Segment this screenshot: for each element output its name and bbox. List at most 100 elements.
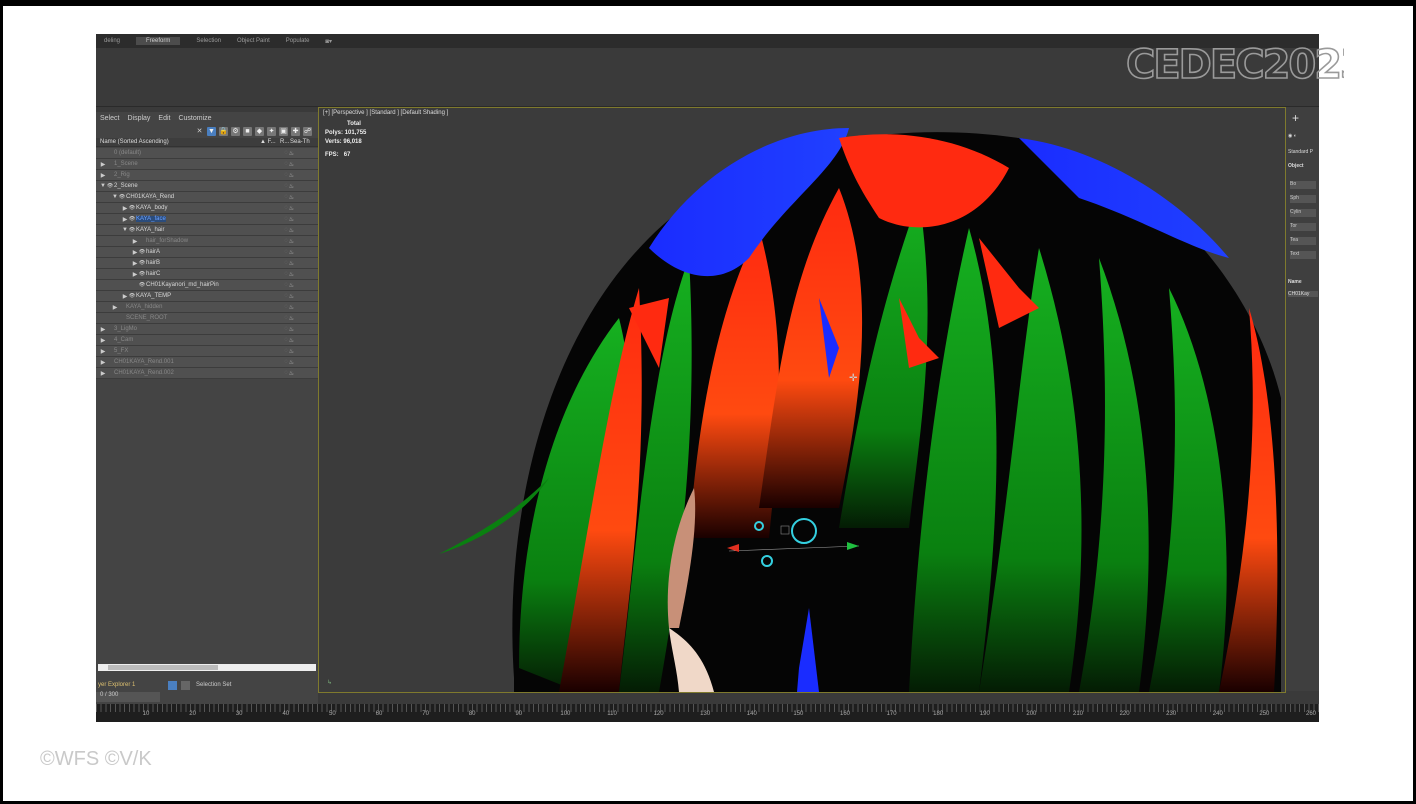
sphere-button[interactable]: Sph xyxy=(1290,195,1316,203)
horizontal-scrollbar[interactable] xyxy=(98,664,316,671)
menu-edit[interactable]: Edit xyxy=(158,115,170,122)
standard-primitives-dropdown[interactable]: Standard P xyxy=(1288,149,1313,155)
column-render[interactable]: R... xyxy=(280,139,290,145)
visibility-eye-icon[interactable]: 👁 xyxy=(128,293,136,299)
menu-select[interactable]: Select xyxy=(100,115,119,122)
freeze-icon[interactable]: ◌ xyxy=(284,183,288,189)
render-teapot-icon[interactable]: ♨ xyxy=(289,315,294,322)
ribbon-tab-object-paint[interactable]: Object Paint xyxy=(237,38,270,44)
freeze-icon[interactable]: ◌ xyxy=(284,271,288,277)
tree-row[interactable]: 0 (default) ◌ ♨ xyxy=(96,148,318,159)
shape-filter-icon[interactable]: ◆ xyxy=(255,126,264,136)
torus-button[interactable]: Tor xyxy=(1290,223,1316,231)
selection-set-label[interactable]: Selection Set xyxy=(196,682,231,688)
freeze-icon[interactable]: ◌ xyxy=(284,348,288,354)
freeze-icon[interactable]: ◌ xyxy=(284,337,288,343)
render-teapot-icon[interactable]: ♨ xyxy=(289,238,294,245)
tree-row[interactable]: ▶ CH01KAYA_Rend.002 ◌ ♨ xyxy=(96,368,318,379)
close-icon[interactable]: ✕ xyxy=(195,127,204,136)
tree-row[interactable]: ▼ 👁 KAYA_hair ◌ ♨ xyxy=(96,225,318,236)
tree-row[interactable]: ▶ 1_Scene ◌ ♨ xyxy=(96,159,318,170)
freeze-icon[interactable]: ◌ xyxy=(284,326,288,332)
freeze-icon[interactable]: ◌ xyxy=(284,260,288,266)
expand-arrow-icon[interactable]: ▶ xyxy=(100,337,106,344)
render-teapot-icon[interactable]: ♨ xyxy=(289,359,294,366)
scrollbar-thumb[interactable] xyxy=(108,665,218,670)
menu-display[interactable]: Display xyxy=(127,115,150,122)
freeze-icon[interactable]: ◌ xyxy=(284,315,288,321)
visibility-eye-icon[interactable]: 👁 xyxy=(138,271,146,277)
freeze-icon[interactable]: ◌ xyxy=(284,293,288,299)
render-teapot-icon[interactable]: ♨ xyxy=(289,293,294,300)
freeze-icon[interactable]: ◌ xyxy=(284,249,288,255)
render-teapot-icon[interactable]: ♨ xyxy=(289,304,294,311)
expand-arrow-icon[interactable]: ▶ xyxy=(112,304,118,311)
expand-arrow-icon[interactable]: ▶ xyxy=(100,161,106,168)
render-teapot-icon[interactable]: ♨ xyxy=(289,194,294,201)
frame-counter[interactable]: 0 / 300 xyxy=(96,692,160,702)
render-teapot-icon[interactable]: ♨ xyxy=(289,161,294,168)
tree-row[interactable]: ▼ 👁 CH01KAYA_Rend ◌ ♨ xyxy=(96,192,318,203)
tree-row[interactable]: ▶ 👁 KAYA_TEMP ◌ ♨ xyxy=(96,291,318,302)
freeze-icon[interactable]: ◌ xyxy=(284,304,288,310)
render-teapot-icon[interactable]: ♨ xyxy=(289,216,294,223)
column-name[interactable]: Name (Sorted Ascending) xyxy=(100,139,260,145)
render-teapot-icon[interactable]: ♨ xyxy=(289,348,294,355)
freeze-icon[interactable]: ◌ xyxy=(284,282,288,288)
freeze-icon[interactable]: ◌ xyxy=(284,238,288,244)
box-button[interactable]: Bo xyxy=(1290,181,1316,189)
perspective-viewport[interactable]: ✛ [+] [Perspective ] [Standard ] [Defaul… xyxy=(318,107,1286,693)
render-teapot-icon[interactable]: ♨ xyxy=(289,150,294,157)
tree-row[interactable]: ▶ 3_LigMo ◌ ♨ xyxy=(96,324,318,335)
tree-row[interactable]: ▶ 4_Cam ◌ ♨ xyxy=(96,335,318,346)
ribbon-tab-populate[interactable]: Populate xyxy=(286,38,310,44)
ribbon-options-icon[interactable]: ◙▾ xyxy=(325,38,332,45)
visibility-eye-icon[interactable]: 👁 xyxy=(138,260,146,266)
column-sea[interactable]: Sea-Th xyxy=(290,139,310,145)
cylinder-button[interactable]: Cylin xyxy=(1290,209,1316,217)
freeze-icon[interactable]: ◌ xyxy=(284,227,288,233)
expand-arrow-icon[interactable]: ▶ xyxy=(100,370,106,377)
geometry-filter-icon[interactable]: ■ xyxy=(243,126,252,136)
render-teapot-icon[interactable]: ♨ xyxy=(289,260,294,267)
tree-row[interactable]: 👁 CH01Kayanori_md_hairPin ◌ ♨ xyxy=(96,280,318,291)
teapot-button[interactable]: Tea xyxy=(1290,237,1316,245)
tree-row[interactable]: ▶ 5_FX ◌ ♨ xyxy=(96,346,318,357)
filter-icon[interactable]: ▼ xyxy=(207,126,216,136)
hierarchy-icon[interactable]: ⚙ xyxy=(231,126,240,136)
tree-row[interactable]: ▶ KAYA_hidden ◌ ♨ xyxy=(96,302,318,313)
visibility-eye-icon[interactable]: 👁 xyxy=(138,282,146,288)
column-header[interactable]: Name (Sorted Ascending) ▲ F... R... Sea-… xyxy=(96,138,318,147)
tree-row[interactable]: ▶ hair_forShadow ◌ ♨ xyxy=(96,236,318,247)
expand-arrow-icon[interactable]: ▶ xyxy=(132,238,138,245)
viewport-label[interactable]: [+] [Perspective ] [Standard ] [Default … xyxy=(323,110,448,116)
tree-row[interactable]: ▶ CH01KAYA_Rend.001 ◌ ♨ xyxy=(96,357,318,368)
freeze-icon[interactable]: ◌ xyxy=(284,205,288,211)
expand-arrow-icon[interactable]: ▶ xyxy=(100,348,106,355)
tree-row[interactable]: ▶ 2_Rig ◌ ♨ xyxy=(96,170,318,181)
expand-arrow-icon[interactable]: ▶ xyxy=(100,359,106,366)
light-filter-icon[interactable]: ✦ xyxy=(267,126,276,136)
visibility-eye-icon[interactable]: 👁 xyxy=(128,205,136,211)
tree-row[interactable]: ▶ 👁 KAYA_body ◌ ♨ xyxy=(96,203,318,214)
ribbon-tab-freeform[interactable]: Freeform xyxy=(136,37,181,45)
render-teapot-icon[interactable]: ♨ xyxy=(289,205,294,212)
lock-icon[interactable]: 🔒 xyxy=(219,126,228,136)
render-teapot-icon[interactable]: ♨ xyxy=(289,172,294,179)
camera-filter-icon[interactable]: ▣ xyxy=(279,126,288,136)
column-flags[interactable]: ▲ F... xyxy=(260,139,280,145)
freeze-icon[interactable]: ◌ xyxy=(284,150,288,156)
freeze-icon[interactable]: ◌ xyxy=(284,172,288,178)
freeze-icon[interactable]: ◌ xyxy=(284,216,288,222)
selection-set-icon[interactable] xyxy=(181,680,190,690)
explorer-name[interactable]: yer Explorer 1 xyxy=(96,682,168,688)
tree-row[interactable]: ▼ 👁 2_Scene ◌ ♨ xyxy=(96,181,318,192)
tree-row[interactable]: ▶ 👁 hairA ◌ ♨ xyxy=(96,247,318,258)
freeze-icon[interactable]: ◌ xyxy=(284,194,288,200)
render-teapot-icon[interactable]: ♨ xyxy=(289,227,294,234)
expand-arrow-icon[interactable]: ▶ xyxy=(100,326,106,333)
freeze-icon[interactable]: ◌ xyxy=(284,161,288,167)
render-teapot-icon[interactable]: ♨ xyxy=(289,337,294,344)
tree-row[interactable]: ▶ 👁 hairC ◌ ♨ xyxy=(96,269,318,280)
name-field[interactable]: CH01Kay xyxy=(1288,291,1318,297)
